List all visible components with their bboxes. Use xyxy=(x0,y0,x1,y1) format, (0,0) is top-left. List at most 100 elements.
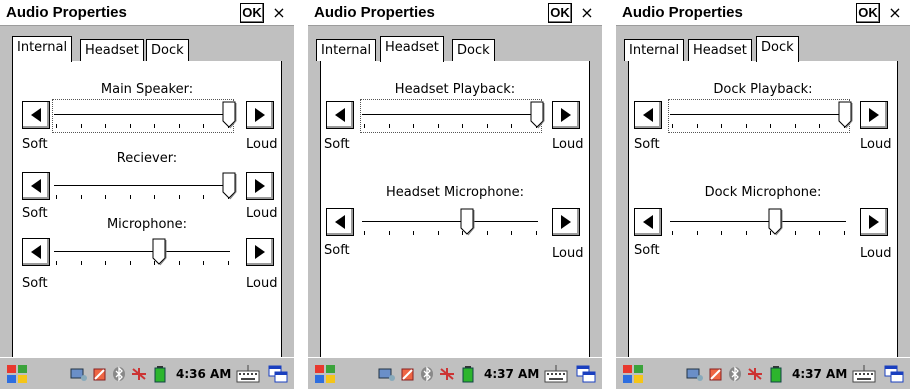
slider-tick xyxy=(413,124,415,128)
network-icon[interactable] xyxy=(70,366,88,382)
slider-thumb[interactable] xyxy=(222,101,238,129)
slider-tick xyxy=(56,195,57,199)
slider-tick xyxy=(721,124,723,128)
arrow-right-icon xyxy=(255,245,265,259)
ok-button[interactable]: OK xyxy=(240,3,264,23)
slider-track[interactable] xyxy=(670,221,846,223)
arrow-right-icon xyxy=(869,215,879,229)
slider-tick xyxy=(129,261,131,265)
tab-headset[interactable]: Headset xyxy=(688,39,752,61)
tab-headset[interactable]: Headset xyxy=(80,39,144,61)
title-bar: Audio Properties OK × xyxy=(0,0,294,26)
volume-down-button[interactable] xyxy=(22,101,50,129)
close-button[interactable]: × xyxy=(884,3,906,23)
dialog-body: Internal Headset Dock Dock Playback: Sof… xyxy=(616,27,910,357)
tab-internal[interactable]: Internal xyxy=(624,39,685,61)
volume-up-button[interactable] xyxy=(246,238,274,266)
battery-icon[interactable] xyxy=(462,366,474,383)
keyboard-icon[interactable] xyxy=(544,365,568,383)
tab-headset[interactable]: Headset xyxy=(380,36,444,62)
volume-up-button[interactable] xyxy=(246,172,274,200)
slider-tick xyxy=(672,124,673,128)
bluetooth-icon[interactable] xyxy=(420,366,434,382)
volume-down-button[interactable] xyxy=(326,208,354,236)
ok-button[interactable]: OK xyxy=(548,3,572,23)
tab-internal[interactable]: Internal xyxy=(316,39,377,61)
volume-down-button[interactable] xyxy=(326,101,354,129)
bluetooth-icon[interactable] xyxy=(728,366,742,382)
volume-up-button[interactable] xyxy=(860,208,888,236)
slider-tick xyxy=(536,231,537,235)
volume-up-button[interactable] xyxy=(552,208,580,236)
network-icon[interactable] xyxy=(378,366,396,382)
volume-up-button[interactable] xyxy=(246,101,274,129)
window-switch-icon[interactable] xyxy=(268,365,288,383)
slider-tick xyxy=(794,231,796,235)
battery-warning-icon[interactable] xyxy=(400,366,416,382)
slider-tick xyxy=(696,231,698,235)
slider-thumb[interactable] xyxy=(222,172,238,200)
arrow-left-icon xyxy=(643,215,653,229)
loud-label: Loud xyxy=(860,137,892,152)
slider-tick xyxy=(388,124,390,128)
bluetooth-icon[interactable] xyxy=(112,366,126,382)
wireless-off-icon[interactable] xyxy=(746,366,764,382)
clock[interactable]: 4:37 AM xyxy=(484,367,539,381)
loud-label: Loud xyxy=(552,246,584,261)
windows-start-icon[interactable] xyxy=(6,364,28,384)
loud-label: Loud xyxy=(860,246,892,261)
arrow-left-icon xyxy=(335,215,345,229)
clock[interactable]: 4:37 AM xyxy=(792,367,847,381)
dialog-body: Internal Headset Dock Headset Playback: … xyxy=(308,27,602,357)
slider-track[interactable] xyxy=(362,221,538,223)
slider-thumb[interactable] xyxy=(152,238,168,266)
slider-thumb[interactable] xyxy=(460,208,476,236)
slider-track[interactable] xyxy=(670,114,846,116)
window-switch-icon[interactable] xyxy=(576,365,596,383)
title-bar: Audio Properties OK × xyxy=(308,0,602,26)
slider-thumb[interactable] xyxy=(768,208,784,236)
slider-tick xyxy=(203,124,205,128)
volume-down-button[interactable] xyxy=(634,208,662,236)
tab-dock[interactable]: Dock xyxy=(146,39,189,61)
slider-track[interactable] xyxy=(362,114,538,116)
slider-label-headset-microphone: Headset Microphone: xyxy=(385,185,525,200)
slider-tick xyxy=(511,124,513,128)
slider-thumb[interactable] xyxy=(838,101,854,129)
slider-tick xyxy=(154,195,156,199)
slider-track[interactable] xyxy=(54,251,230,253)
window-title: Audio Properties xyxy=(314,4,435,21)
volume-up-button[interactable] xyxy=(860,101,888,129)
battery-icon[interactable] xyxy=(770,366,782,383)
slider-track[interactable] xyxy=(54,185,230,187)
wireless-off-icon[interactable] xyxy=(130,366,148,382)
volume-up-button[interactable] xyxy=(552,101,580,129)
tab-dock[interactable]: Dock xyxy=(452,39,495,61)
volume-down-button[interactable] xyxy=(22,238,50,266)
slider-track[interactable] xyxy=(54,114,230,116)
battery-warning-icon[interactable] xyxy=(708,366,724,382)
battery-icon[interactable] xyxy=(154,366,166,383)
network-icon[interactable] xyxy=(686,366,704,382)
close-button[interactable]: × xyxy=(268,3,290,23)
keyboard-icon[interactable] xyxy=(852,365,876,383)
battery-warning-icon[interactable] xyxy=(92,366,108,382)
ok-button[interactable]: OK xyxy=(856,3,880,23)
windows-start-icon[interactable] xyxy=(622,364,644,384)
slider-thumb[interactable] xyxy=(530,101,546,129)
volume-down-button[interactable] xyxy=(634,101,662,129)
wireless-off-icon[interactable] xyxy=(438,366,456,382)
slider-tick xyxy=(486,231,488,235)
slider-tick xyxy=(696,124,698,128)
clock[interactable]: 4:36 AM xyxy=(176,367,231,381)
slider-tick xyxy=(129,124,131,128)
slider-focus-outline xyxy=(668,99,850,133)
slider-tick xyxy=(105,124,107,128)
tab-internal[interactable]: Internal xyxy=(12,36,73,62)
tab-dock[interactable]: Dock xyxy=(756,36,799,62)
volume-down-button[interactable] xyxy=(22,172,50,200)
keyboard-icon[interactable] xyxy=(236,365,260,383)
close-button[interactable]: × xyxy=(576,3,598,23)
windows-start-icon[interactable] xyxy=(314,364,336,384)
window-switch-icon[interactable] xyxy=(884,365,904,383)
